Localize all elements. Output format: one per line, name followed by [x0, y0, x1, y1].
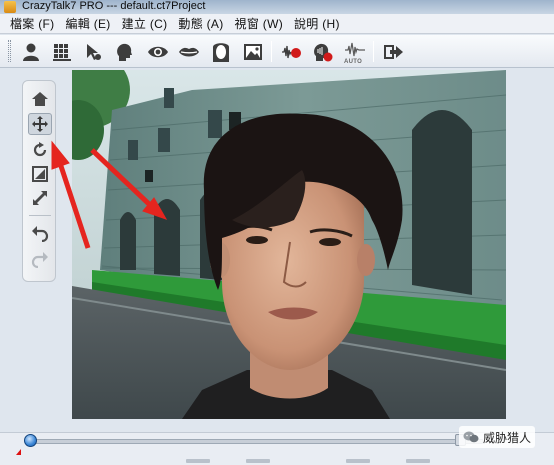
grid-layout-icon — [53, 43, 71, 61]
menu-create[interactable]: 建立 (C) — [122, 15, 168, 32]
export-button[interactable] — [380, 39, 406, 64]
eye-button[interactable] — [145, 39, 171, 64]
toolbar-separator — [373, 41, 374, 62]
menu-animation[interactable]: 動態 (A) — [178, 15, 223, 32]
home-button[interactable] — [28, 88, 52, 110]
menu-window[interactable]: 視窗 (W) — [235, 15, 283, 32]
timeline-track[interactable] — [30, 439, 484, 444]
stage-viewport[interactable] — [72, 70, 506, 419]
move-button[interactable] — [28, 113, 52, 135]
image-icon — [244, 43, 262, 60]
timeline-control[interactable] — [186, 459, 210, 463]
pointer-move-button[interactable] — [80, 39, 106, 64]
undo-icon — [32, 226, 49, 242]
toolbar-grip[interactable] — [8, 40, 11, 62]
scale-icon — [32, 166, 48, 182]
scale-button[interactable] — [28, 163, 52, 185]
head-voice-icon — [314, 43, 333, 61]
app-logo-icon — [4, 1, 16, 13]
menu-help[interactable]: 說明 (H) — [294, 15, 340, 32]
move-icon — [32, 116, 48, 132]
redo-button[interactable] — [28, 248, 52, 270]
rotate-button[interactable] — [28, 139, 52, 161]
eye-icon — [148, 46, 168, 57]
face-outline-icon — [213, 42, 229, 62]
home-icon — [32, 92, 48, 106]
person-button[interactable] — [18, 39, 44, 64]
timeline-playhead[interactable] — [24, 434, 37, 447]
image-button[interactable] — [240, 39, 266, 64]
head-button[interactable] — [111, 39, 137, 64]
transform-tool-panel — [22, 80, 56, 282]
lips-button[interactable] — [176, 39, 202, 64]
toolbar-separator — [271, 41, 272, 62]
redo-icon — [31, 252, 48, 268]
auto-wave-button[interactable]: AUTO — [342, 39, 368, 65]
photo-canvas — [72, 70, 506, 419]
window-title: CrazyTalk7 PRO --- default.ct7Project — [22, 0, 206, 12]
wechat-icon — [463, 431, 479, 443]
main-toolbar: AUTO — [0, 35, 554, 68]
face-outline-button[interactable] — [208, 39, 234, 64]
menu-bar: 檔案 (F) 編輯 (E) 建立 (C) 動態 (A) 視窗 (W) 說明 (H… — [0, 14, 554, 34]
timeline-control[interactable] — [246, 459, 270, 463]
lips-icon — [179, 47, 199, 56]
timeline-start-marker — [16, 449, 21, 455]
menu-edit[interactable]: 編輯 (E) — [65, 15, 110, 32]
watermark: 威胁猎人 — [459, 426, 536, 448]
head-voice-button[interactable] — [310, 39, 336, 64]
menu-file[interactable]: 檔案 (F) — [10, 15, 54, 32]
grid-layout-button[interactable] — [49, 39, 75, 64]
crazytalk-window: CrazyTalk7 PRO --- default.ct7Project 檔案… — [0, 0, 554, 465]
person-icon — [23, 43, 39, 61]
voice-record-icon — [282, 45, 301, 58]
undo-button[interactable] — [28, 222, 52, 244]
head-silhouette-icon — [117, 43, 132, 61]
resize-diagonal-icon — [33, 191, 47, 205]
timeline-control[interactable] — [346, 459, 370, 463]
pointer-move-icon — [87, 43, 101, 60]
title-bar: CrazyTalk7 PRO --- default.ct7Project — [0, 0, 554, 14]
rotate-icon — [33, 142, 47, 157]
voice-record-button[interactable] — [279, 39, 305, 64]
auto-label: AUTO — [344, 59, 363, 65]
resize-diagonal-button[interactable] — [28, 187, 52, 209]
timeline-control[interactable] — [406, 459, 430, 463]
tool-separator — [29, 215, 51, 216]
watermark-text: 威胁猎人 — [483, 430, 532, 445]
export-icon — [384, 44, 403, 59]
